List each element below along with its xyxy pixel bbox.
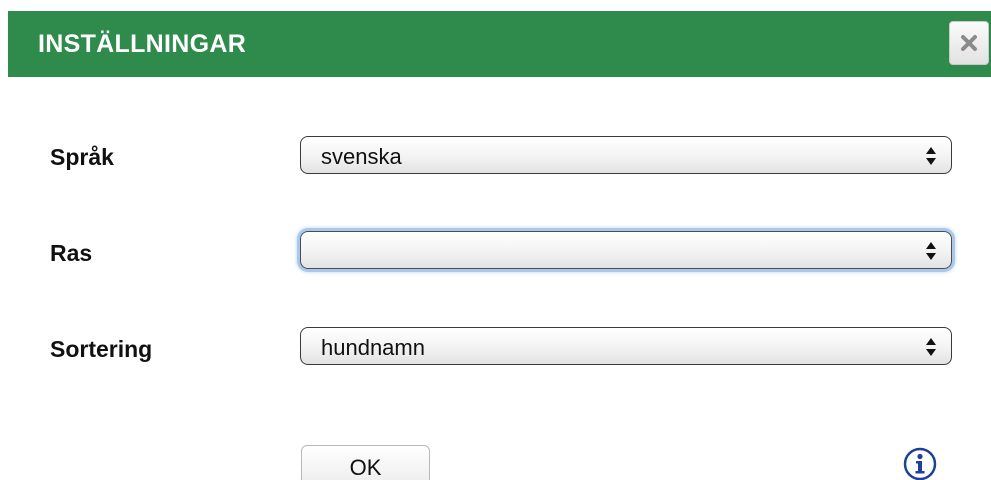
close-x-icon [961, 35, 977, 51]
sort-label: Sortering [50, 336, 153, 362]
breed-select[interactable] [300, 231, 952, 269]
language-label: Språk [50, 144, 114, 170]
language-select[interactable]: svenska [300, 136, 952, 174]
info-icon[interactable] [903, 447, 937, 480]
dialog-title: INSTÄLLNINGAR [38, 30, 247, 58]
sort-select-value: hundnamn [321, 335, 425, 360]
close-button[interactable] [949, 21, 989, 65]
breed-label: Ras [50, 240, 93, 266]
select-arrows-icon [926, 147, 936, 165]
sort-select[interactable]: hundnamn [300, 327, 952, 365]
language-select-value: svenska [321, 144, 402, 169]
ok-button[interactable]: OK [301, 445, 430, 480]
dialog-header: INSTÄLLNINGAR [8, 11, 991, 77]
select-arrows-icon [926, 242, 936, 260]
settings-dialog: INSTÄLLNINGAR Språk svenska Ras Sorterin… [0, 0, 991, 480]
select-arrows-icon [926, 338, 936, 356]
